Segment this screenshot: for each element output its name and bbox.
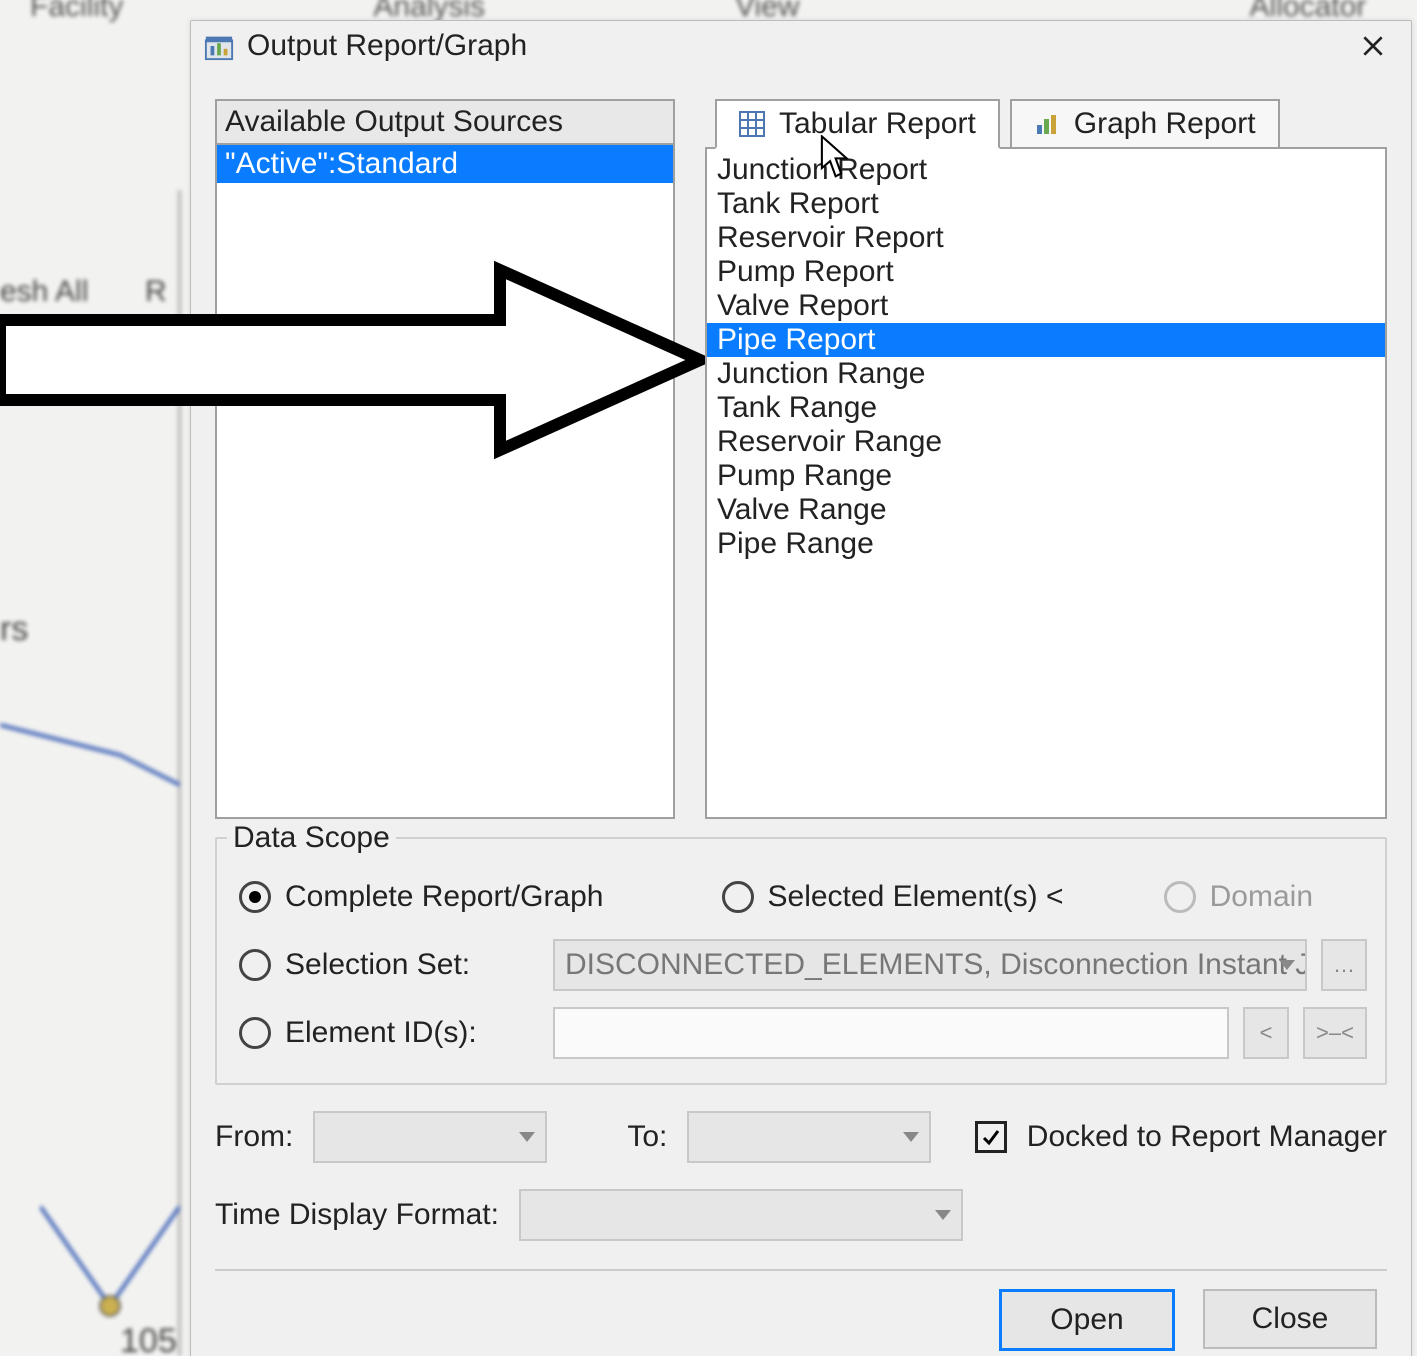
report-tabs: Tabular Report Graph Report bbox=[715, 99, 1387, 149]
selection-set-ellipsis-button[interactable]: … bbox=[1321, 939, 1367, 991]
report-item-junction-report[interactable]: Junction Report bbox=[707, 153, 1385, 187]
available-sources-panel: Available Output Sources "Active":Standa… bbox=[215, 99, 675, 819]
radio-domain-label: Domain bbox=[1210, 880, 1313, 914]
radio-element-ids[interactable] bbox=[239, 1017, 271, 1049]
selection-set-combo-text: DISCONNECTED_ELEMENTS, Disconnection Ins… bbox=[565, 948, 1307, 982]
element-ids-next-button[interactable]: >–< bbox=[1303, 1007, 1367, 1059]
report-item-reservoir-range[interactable]: Reservoir Range bbox=[707, 425, 1385, 459]
report-graph-icon bbox=[203, 30, 235, 62]
radio-selection-set[interactable] bbox=[239, 949, 271, 981]
time-display-format-label: Time Display Format: bbox=[215, 1198, 499, 1232]
docked-checkbox-label: Docked to Report Manager bbox=[1027, 1120, 1387, 1154]
selection-set-combo[interactable]: DISCONNECTED_ELEMENTS, Disconnection Ins… bbox=[553, 939, 1307, 991]
dialog-top-row: Available Output Sources "Active":Standa… bbox=[215, 99, 1387, 819]
close-button[interactable] bbox=[1343, 21, 1403, 71]
to-combo[interactable] bbox=[687, 1111, 931, 1163]
table-icon bbox=[739, 111, 765, 137]
tab-tabular-report[interactable]: Tabular Report bbox=[715, 99, 1000, 149]
radio-selected-elements-label: Selected Element(s) < bbox=[768, 880, 1064, 914]
report-item-pipe-report[interactable]: Pipe Report bbox=[707, 323, 1385, 357]
radio-domain bbox=[1164, 881, 1196, 913]
reports-panel: Tabular Report Graph Report Junction Rep… bbox=[705, 99, 1387, 819]
to-label: To: bbox=[627, 1120, 667, 1154]
data-scope-group: Data Scope Complete Report/Graph Selecte… bbox=[215, 837, 1387, 1085]
report-item-junction-range[interactable]: Junction Range bbox=[707, 357, 1385, 391]
dialog-body: Available Output Sources "Active":Standa… bbox=[191, 71, 1411, 1356]
report-item-tank-range[interactable]: Tank Range bbox=[707, 391, 1385, 425]
radio-complete-report-label: Complete Report/Graph bbox=[285, 880, 604, 914]
checkmark-icon bbox=[981, 1127, 1001, 1147]
dialog-titlebar: Output Report/Graph bbox=[191, 21, 1411, 71]
radio-selection-set-label: Selection Set: bbox=[285, 948, 485, 982]
report-item-tank-report[interactable]: Tank Report bbox=[707, 187, 1385, 221]
from-label: From: bbox=[215, 1120, 293, 1154]
chevron-down-icon bbox=[1279, 960, 1295, 970]
output-report-graph-dialog: Output Report/Graph Available Output Sou… bbox=[190, 20, 1412, 1356]
element-ids-prev-button[interactable]: < bbox=[1243, 1007, 1289, 1059]
bar-chart-icon bbox=[1034, 111, 1060, 137]
report-item-pump-report[interactable]: Pump Report bbox=[707, 255, 1385, 289]
source-item-active-standard[interactable]: "Active":Standard bbox=[217, 145, 673, 183]
bg-menu-facility: Facility bbox=[30, 0, 123, 24]
close-dialog-button[interactable]: Close bbox=[1203, 1289, 1377, 1349]
bg-chart-line bbox=[0, 695, 180, 895]
bg-text-refresh: esh All bbox=[0, 275, 88, 309]
report-list[interactable]: Junction Report Tank Report Reservoir Re… bbox=[705, 147, 1387, 819]
chevron-down-icon bbox=[935, 1210, 951, 1220]
time-display-format-combo[interactable] bbox=[519, 1189, 963, 1241]
radio-complete-report[interactable] bbox=[239, 881, 271, 913]
separator bbox=[215, 1269, 1387, 1271]
dialog-button-row: Open Close bbox=[215, 1289, 1387, 1351]
dialog-title: Output Report/Graph bbox=[247, 29, 1331, 63]
radio-element-ids-label: Element ID(s): bbox=[285, 1016, 485, 1050]
chevron-down-icon bbox=[519, 1132, 535, 1142]
available-sources-header: Available Output Sources bbox=[215, 99, 675, 145]
bg-text-r: R bbox=[145, 275, 167, 309]
report-item-pipe-range[interactable]: Pipe Range bbox=[707, 527, 1385, 561]
report-item-valve-report[interactable]: Valve Report bbox=[707, 289, 1385, 323]
close-icon bbox=[1360, 33, 1386, 59]
docked-checkbox[interactable] bbox=[975, 1121, 1007, 1153]
open-button[interactable]: Open bbox=[999, 1289, 1175, 1351]
from-combo[interactable] bbox=[313, 1111, 547, 1163]
tab-graph-report[interactable]: Graph Report bbox=[1010, 99, 1280, 149]
bg-text-rs: rs bbox=[0, 610, 28, 649]
tab-graph-label: Graph Report bbox=[1074, 107, 1256, 141]
report-item-reservoir-report[interactable]: Reservoir Report bbox=[707, 221, 1385, 255]
report-item-valve-range[interactable]: Valve Range bbox=[707, 493, 1385, 527]
bg-chart-node bbox=[40, 1206, 180, 1346]
radio-selected-elements[interactable] bbox=[722, 881, 754, 913]
element-ids-input[interactable] bbox=[553, 1007, 1229, 1059]
available-sources-list[interactable]: "Active":Standard bbox=[215, 145, 675, 819]
report-item-pump-range[interactable]: Pump Range bbox=[707, 459, 1385, 493]
chevron-down-icon bbox=[903, 1132, 919, 1142]
data-scope-legend: Data Scope bbox=[227, 821, 396, 855]
tab-tabular-label: Tabular Report bbox=[779, 107, 976, 141]
